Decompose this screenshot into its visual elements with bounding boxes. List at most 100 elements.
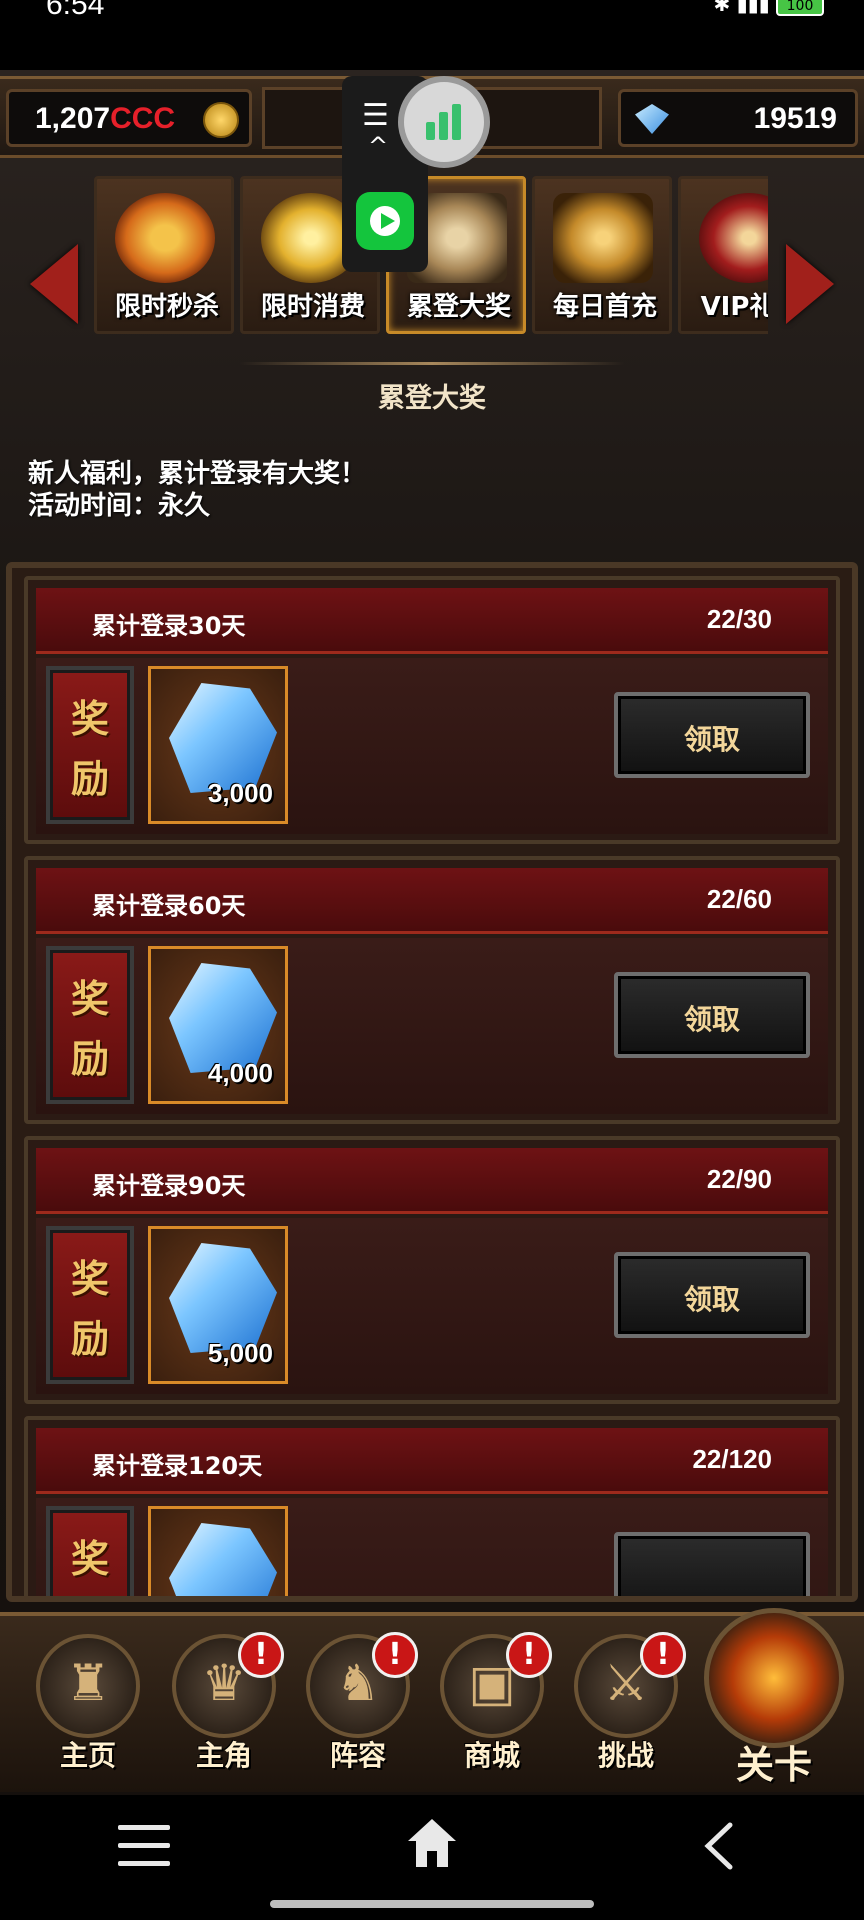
reward-card-header: 累计登录120天 22/120 xyxy=(36,1428,828,1494)
reward-card-body: 奖 励 5,000 领取 xyxy=(36,1218,828,1394)
reward-progress: 22/30 xyxy=(706,604,772,634)
claim-button-label: 领取 xyxy=(683,1283,740,1316)
nav-label: 商城 xyxy=(463,1739,520,1772)
claim-button[interactable]: 领取 xyxy=(614,1252,810,1338)
reward-quantity: 4,000 xyxy=(207,1058,273,1088)
reward-item-slot[interactable]: 3,000 xyxy=(148,666,288,824)
reward-item-slot[interactable]: 4,000 xyxy=(148,946,288,1104)
reward-card-header: 累计登录30天 22/30 xyxy=(36,588,828,654)
status-time: 6:54 xyxy=(46,0,105,21)
claim-button-label: 领取 xyxy=(683,723,740,756)
claim-button-label: 领取 xyxy=(683,1003,740,1036)
reward-item-slot[interactable]: 5,000 xyxy=(148,1226,288,1384)
reward-tag: 奖 励 xyxy=(46,1226,134,1384)
reward-card: 累计登录90天 22/90 奖 励 5,000 领取 xyxy=(24,1136,840,1404)
diamond-icon xyxy=(635,104,669,134)
vip-badge-icon xyxy=(699,193,768,283)
recent-apps-icon[interactable] xyxy=(118,1825,170,1869)
activity-tabs: 限时秒杀 限时消费 累登大奖 每日首充 VIP礼包 xyxy=(94,176,768,336)
reward-list[interactable]: 累计登录30天 22/30 奖 励 3,000 领取 累计登录60天 22/60… xyxy=(6,562,858,1602)
tab-label: 限时消费 xyxy=(260,292,365,322)
tab-label: VIP礼包 xyxy=(700,292,768,322)
reward-tag-char: 励 xyxy=(70,756,109,801)
home-icon[interactable] xyxy=(406,1815,458,1871)
scroll-left-arrow-icon[interactable] xyxy=(30,244,78,324)
diamond-icon xyxy=(169,683,277,793)
performance-monitor-button[interactable] xyxy=(398,76,490,168)
game-screen: 1,207CCC 19519 限时秒杀 限时消费 累登大奖 每日首充 VIP礼 … xyxy=(0,70,864,1795)
nav-stage-button[interactable]: 关卡 xyxy=(694,1602,854,1792)
reward-name: 累计登录90天 xyxy=(92,1172,246,1200)
reward-name: 累计登录60天 xyxy=(92,892,246,920)
tab-daily-first-recharge[interactable]: 每日首充 xyxy=(532,176,672,334)
bar-chart-icon xyxy=(426,104,462,140)
activity-time: 活动时间：永久 xyxy=(28,491,211,521)
nav-hero[interactable]: ♛ ! 主角 xyxy=(164,1632,284,1784)
reward-tag-char: 奖 xyxy=(70,1536,109,1581)
alert-badge: ! xyxy=(238,1632,284,1678)
gesture-home-bar[interactable] xyxy=(270,1900,594,1908)
activity-description: 新人福利，累计登录有大奖！ 活动时间：永久 xyxy=(28,458,366,522)
flame-emblem-icon xyxy=(704,1608,844,1748)
reward-tag: 奖 励 xyxy=(46,946,134,1104)
battery-icon: 100 xyxy=(776,0,824,16)
back-icon[interactable] xyxy=(700,1821,740,1871)
reward-tag-char: 励 xyxy=(70,1316,109,1361)
gold-counter[interactable]: 1,207CCC xyxy=(6,89,252,147)
title-divider xyxy=(240,362,624,365)
alert-badge: ! xyxy=(640,1632,686,1678)
signal-icon: ▮▮▮ xyxy=(736,0,770,16)
claim-button[interactable] xyxy=(614,1532,810,1596)
diamond-icon xyxy=(169,1523,277,1596)
nav-label: 挑战 xyxy=(597,1739,654,1772)
castle-glyph: ♜ xyxy=(65,1654,111,1712)
reward-item-slot[interactable] xyxy=(148,1506,288,1596)
menu-lines-icon[interactable]: ☰ xyxy=(362,98,389,133)
collapse-caret-icon[interactable]: ^ xyxy=(368,132,388,160)
claim-button[interactable]: 领取 xyxy=(614,972,810,1058)
nav-challenge[interactable]: ⚔ ! 挑战 xyxy=(566,1632,686,1784)
reward-progress: 22/60 xyxy=(706,884,772,914)
tab-label: 累登大奖 xyxy=(406,292,511,322)
reward-card-body: 奖 励 3,000 领取 xyxy=(36,658,828,834)
reward-quantity: 5,000 xyxy=(207,1338,273,1368)
activity-desc-line: 新人福利，累计登录有大奖！ xyxy=(28,459,367,489)
nav-lineup[interactable]: ♞ ! 阵容 xyxy=(298,1632,418,1784)
reward-name: 累计登录30天 xyxy=(92,612,246,640)
tab-flash-sale[interactable]: 限时秒杀 xyxy=(94,176,234,334)
activity-title: 累登大奖 xyxy=(378,383,486,414)
reward-tag: 奖 励 xyxy=(46,1506,134,1596)
tab-vip-gift[interactable]: VIP礼包 xyxy=(678,176,768,334)
diamond-counter[interactable]: 19519 xyxy=(618,89,858,147)
reward-card-header: 累计登录90天 22/90 xyxy=(36,1148,828,1214)
reward-card: 累计登录60天 22/60 奖 励 4,000 领取 xyxy=(24,856,840,1124)
activity-title-banner: 累登大奖 xyxy=(240,356,624,432)
treasure-chest-icon xyxy=(553,193,653,283)
claim-button[interactable]: 领取 xyxy=(614,692,810,778)
scroll-right-arrow-icon[interactable] xyxy=(786,244,834,324)
reward-card: 累计登录120天 22/120 奖 励 xyxy=(24,1416,840,1596)
alert-badge: ! xyxy=(506,1632,552,1678)
nav-label: 主角 xyxy=(195,1739,252,1772)
bluetooth-icon: ✱ xyxy=(713,0,731,16)
nav-home[interactable]: ♜ 主页 xyxy=(28,1634,148,1784)
play-record-icon[interactable] xyxy=(356,192,414,250)
reward-tag-char: 奖 xyxy=(70,1256,109,1301)
alert-badge: ! xyxy=(372,1632,418,1678)
gold-coin-icon xyxy=(203,102,239,138)
reward-tag-char: 励 xyxy=(50,1588,130,1596)
diamond-value: 19519 xyxy=(753,102,837,135)
tab-label: 限时秒杀 xyxy=(114,292,219,322)
reward-progress: 22/120 xyxy=(692,1444,772,1474)
reward-card: 累计登录30天 22/30 奖 励 3,000 领取 xyxy=(24,576,840,844)
reward-card-body: 奖 励 4,000 领取 xyxy=(36,938,828,1114)
reward-quantity: 3,000 xyxy=(207,778,273,808)
nav-shop[interactable]: ▣ ! 商城 xyxy=(432,1632,552,1784)
game-bottom-nav: ♜ 主页 ♛ ! 主角 ♞ ! 阵容 ▣ ! 商城 ⚔ ! 挑战 关卡 xyxy=(0,1608,864,1792)
status-bar: 6:54 ✱ ▮▮▮ 100 xyxy=(0,0,864,70)
stopwatch-icon xyxy=(115,193,215,283)
system-nav-bar xyxy=(0,1795,864,1920)
nav-label: 阵容 xyxy=(329,1739,386,1772)
diamond-icon xyxy=(169,1243,277,1353)
gold-value: 1,207 xyxy=(35,102,111,135)
